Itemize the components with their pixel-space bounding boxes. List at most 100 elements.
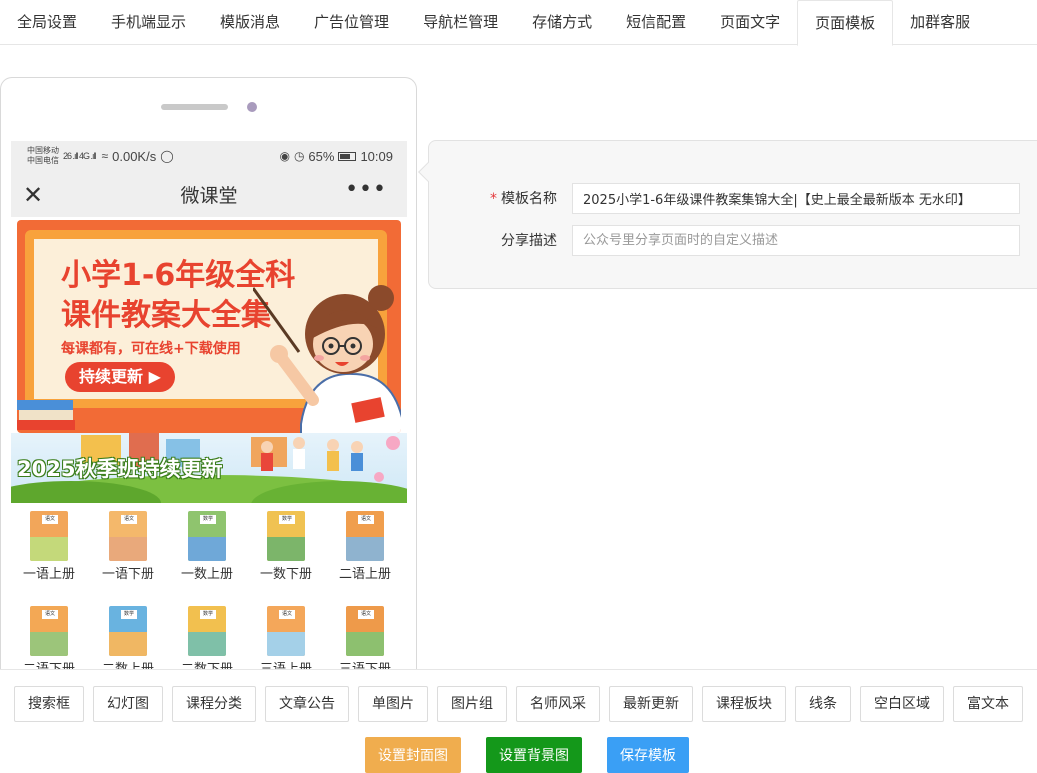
book-cover-scene [30,537,68,561]
course-item[interactable]: 语文 二语上册 [325,511,405,582]
set-background-button[interactable]: 设置背景图 [486,737,582,773]
add-blank-area-button[interactable]: 空白区域 [860,686,944,722]
book-cover-scene [346,632,384,656]
course-item[interactable]: 语文二语下册 [11,606,89,677]
course-item-label: 一数下册 [259,567,312,582]
course-item[interactable]: 语文三语上册 [246,606,326,677]
tab-storage[interactable]: 存储方式 [515,0,609,45]
tab-global-settings[interactable]: 全局设置 [0,0,94,45]
network-speed: 0.00K/s [112,148,157,164]
book-cover-image: 语文 [346,511,384,561]
share-desc-label: 分享描述 [501,233,557,249]
battery-icon [338,151,357,161]
eye-icon: ◉ [279,149,290,163]
autumn-banner-text: 2025秋季班持续更新 [17,457,223,481]
banner-title-line2: 课件教案大全集 [61,298,271,333]
book-cover-scene [109,632,147,656]
share-desc-row: 分享描述 [429,225,1037,257]
book-cover-image: 数学 [188,511,226,561]
set-cover-button[interactable]: 设置封面图 [365,737,461,773]
course-item[interactable]: 数学二数下册 [167,606,247,677]
book-cover-scene [188,537,226,561]
add-teacher-showcase-button[interactable]: 名师风采 [516,686,600,722]
books-illustration [17,400,75,430]
share-desc-input[interactable] [572,225,1020,256]
book-subject-tag: 语文 [358,610,374,619]
signal-icon: 26 .ıll 4G .ıll [63,151,97,161]
book-subject-tag: 语文 [42,515,58,524]
girl-illustration [253,285,401,433]
autumn-banner[interactable]: 2025秋季班持续更新 [11,433,407,503]
add-slideshow-button[interactable]: 幻灯图 [93,686,163,722]
course-item[interactable]: 数学二数上册 [88,606,168,677]
tab-group-service[interactable]: 加群客服 [893,0,987,45]
book-cover-image: 语文 [30,511,68,561]
app-title-bar: ✕ 微课堂 ••• [11,171,407,217]
template-name-input[interactable] [572,183,1020,214]
bottom-toolbar: 搜索框 幻灯图 课程分类 文章公告 单图片 图片组 名师风采 最新更新 课程板块… [0,669,1037,773]
course-item[interactable]: 数学 一数下册 [246,511,326,582]
course-item[interactable]: 语文 一语上册 [11,511,89,582]
panel-pointer [418,162,438,182]
book-cover-image: 语文 [30,606,68,656]
book-subject-tag: 数学 [121,610,137,619]
carrier-2: 中国电信 [27,156,59,165]
add-single-image-button[interactable]: 单图片 [358,686,428,722]
course-item[interactable]: 数学 一数上册 [167,511,247,582]
course-item-label: 一数上册 [180,567,233,582]
book-cover-scene [267,632,305,656]
carrier-1: 中国移动 [27,146,59,155]
status-bar: 中国移动 中国电信 26 .ıll 4G .ıll ≈ 0.00K/s ◯ ◉ … [11,141,407,171]
tab-template-message[interactable]: 模版消息 [203,0,297,45]
phone-speaker [161,104,228,110]
course-item[interactable]: 语文三语下册 [325,606,405,677]
book-subject-tag: 语文 [42,610,58,619]
tab-navbar-management[interactable]: 导航栏管理 [406,0,515,45]
add-article-notice-button[interactable]: 文章公告 [265,686,349,722]
add-search-box-button[interactable]: 搜索框 [14,686,84,722]
book-cover-scene [267,537,305,561]
book-subject-tag: 语文 [358,515,374,524]
book-subject-tag: 语文 [279,610,295,619]
add-image-group-button[interactable]: 图片组 [437,686,507,722]
book-subject-tag: 数学 [200,610,216,619]
more-icon[interactable]: ••• [345,177,387,202]
action-buttons: 设置封面图 设置背景图 保存模板 [365,737,689,773]
phone-camera [247,102,257,112]
course-item-label: 一语上册 [22,567,75,582]
book-subject-tag: 数学 [200,515,216,524]
book-cover-image: 语文 [267,606,305,656]
save-template-button[interactable]: 保存模板 [607,737,689,773]
tab-ad-management[interactable]: 广告位管理 [297,0,406,45]
book-cover-image: 数学 [267,511,305,561]
tab-page-text[interactable]: 页面文字 [703,0,797,45]
ghost-icon: ◯ [160,149,174,163]
add-rich-text-button[interactable]: 富文本 [953,686,1023,722]
tab-page-template[interactable]: 页面模板 [797,0,894,46]
course-item-label: 一语下册 [101,567,154,582]
add-course-category-button[interactable]: 课程分类 [172,686,256,722]
book-cover-scene [109,537,147,561]
template-form-panel: *模板名称 分享描述 [418,140,1037,289]
phone-screen: 中国移动 中国电信 26 .ıll 4G .ıll ≈ 0.00K/s ◯ ◉ … [11,141,407,677]
book-cover-image: 语文 [109,511,147,561]
template-name-label-text: 模板名称 [501,191,557,207]
template-name-row: * 模板名称 [429,183,1037,215]
course-item-label: 二语上册 [338,567,391,582]
add-latest-update-button[interactable]: 最新更新 [609,686,693,722]
banner-update-button[interactable]: 持续更新 ▶ [65,362,175,392]
add-line-button[interactable]: 线条 [795,686,851,722]
course-item[interactable]: 语文 一语下册 [88,511,168,582]
tab-sms-config[interactable]: 短信配置 [609,0,703,45]
close-icon[interactable]: ✕ [23,181,43,209]
book-cover-scene [188,632,226,656]
add-course-section-button[interactable]: 课程板块 [702,686,786,722]
clock-time: 10:09 [360,148,393,164]
wifi-icon: ≈ [101,149,109,163]
book-cover-image: 数学 [109,606,147,656]
template-name-label: * 模板名称 [469,183,557,215]
phone-preview: 中国移动 中国电信 26 .ıll 4G .ıll ≈ 0.00K/s ◯ ◉ … [0,77,417,677]
banner-image[interactable]: 小学1-6年级全科 课件教案大全集 每课都有，可在线+下载使用 持续更新 ▶ [17,220,401,433]
banner-subtitle: 每课都有，可在线+下载使用 [61,341,241,357]
tab-mobile-display[interactable]: 手机端显示 [94,0,203,45]
